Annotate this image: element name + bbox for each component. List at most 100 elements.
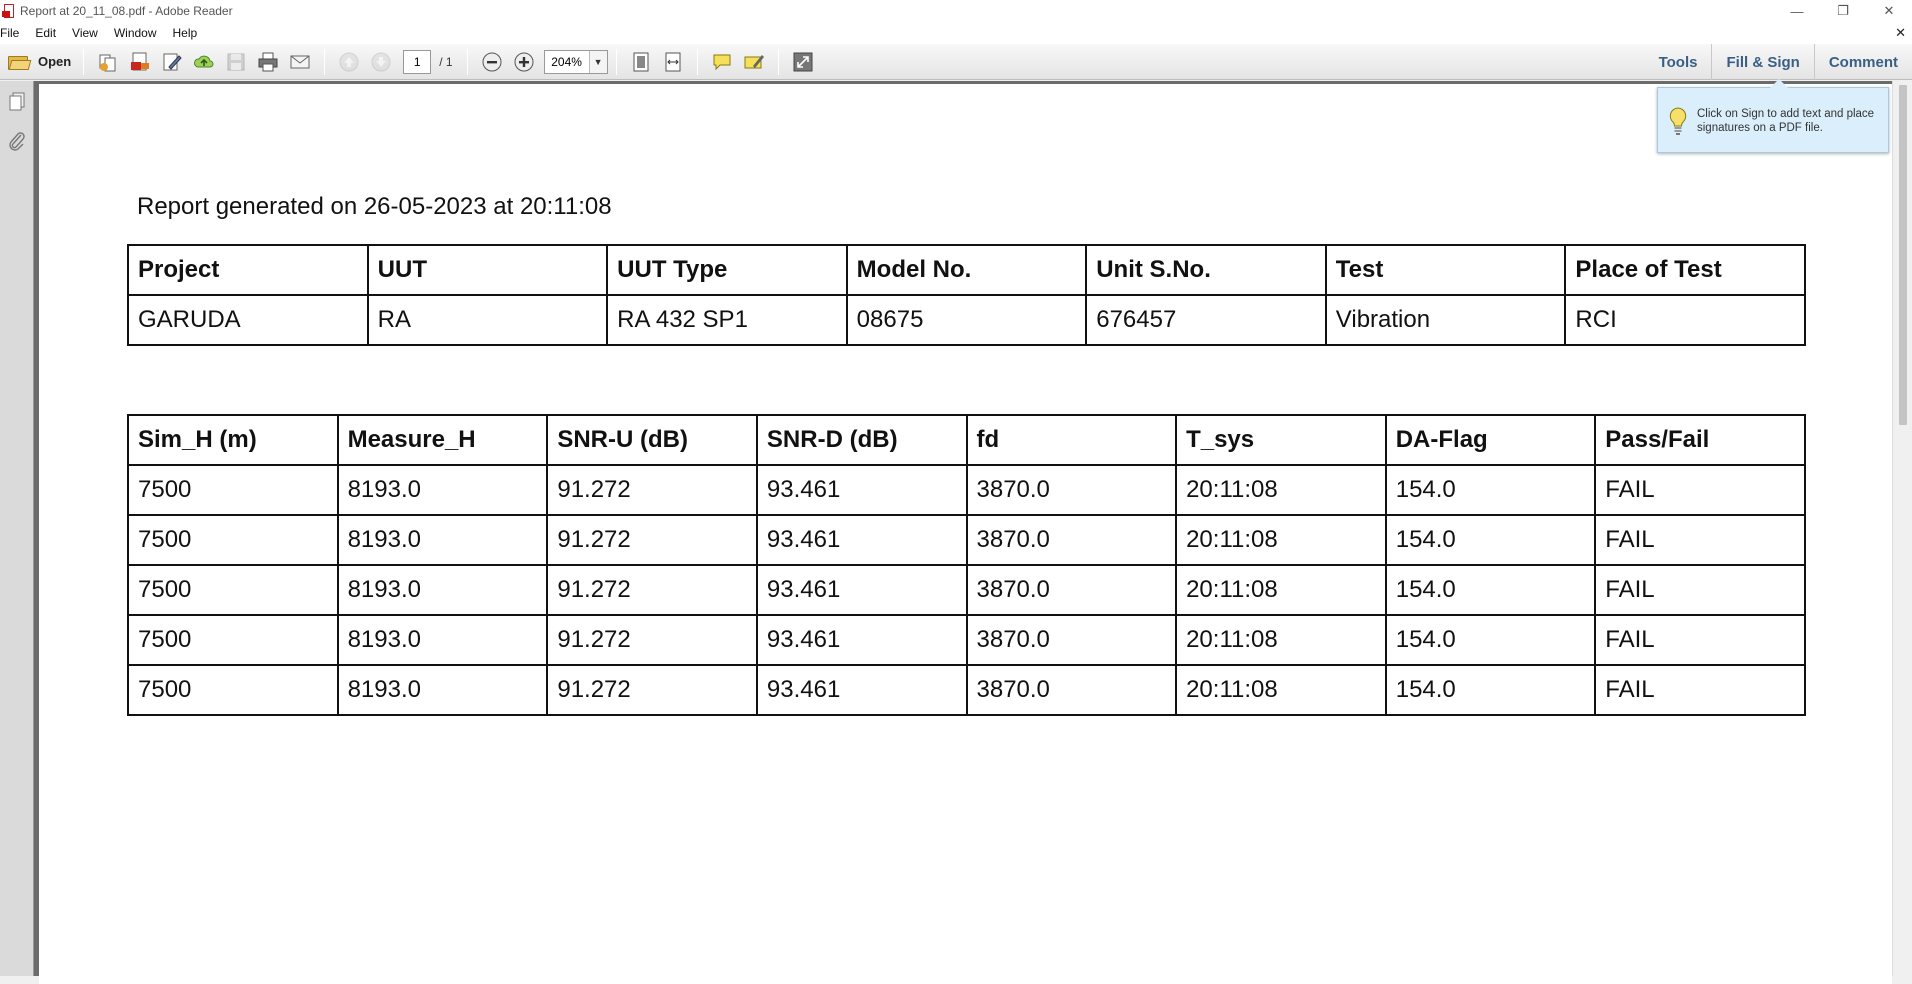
table-cell: 676457 [1085, 294, 1327, 346]
edit-pdf-icon[interactable] [158, 48, 186, 76]
expand-icon[interactable] [789, 48, 817, 76]
table-cell: 7500 [127, 514, 339, 566]
header-place-of-test: Place of Test [1564, 244, 1806, 296]
table-cell: 3870.0 [965, 464, 1178, 516]
fit-page-icon[interactable] [627, 48, 655, 76]
table-cell: 8193.0 [336, 464, 549, 516]
zoom-value: 204% [551, 54, 582, 69]
menu-view[interactable]: View [64, 26, 106, 40]
vertical-scrollbar[interactable] [1892, 81, 1912, 976]
table-row: 7500 8193.0 91.272 93.461 3870.0 20:11:0… [127, 664, 1806, 716]
export-pdf-icon[interactable] [126, 48, 154, 76]
table-cell: 91.272 [546, 514, 758, 566]
header-measure-h: Measure_H [336, 414, 549, 466]
table-cell: FAIL [1594, 564, 1806, 616]
header-uut: UUT [366, 244, 609, 296]
zoom-in-icon[interactable] [510, 48, 538, 76]
table-cell: 20:11:08 [1175, 514, 1387, 566]
table-cell: 3870.0 [965, 664, 1178, 716]
table-cell: 154.0 [1384, 664, 1597, 716]
toolbar-divider [615, 48, 617, 75]
measurement-table: Sim_H (m) Measure_H SNR-U (dB) SNR-D (dB… [127, 414, 1806, 716]
header-fd: fd [965, 414, 1178, 466]
table-cell: 08675 [845, 294, 1088, 346]
highlight-icon[interactable] [740, 48, 768, 76]
table-cell: 20:11:08 [1175, 664, 1387, 716]
table-cell: 7500 [127, 564, 339, 616]
report-generated-line: Report generated on 26-05-2023 at 20:11:… [137, 193, 612, 220]
zoom-select[interactable]: 204% ▼ [543, 49, 608, 74]
header-snr-d: SNR-D (dB) [755, 414, 968, 466]
table-cell: 8193.0 [336, 514, 549, 566]
fill-and-sign-button[interactable]: Fill & Sign [1711, 44, 1813, 80]
menu-edit[interactable]: Edit [27, 26, 64, 40]
lightbulb-icon [1668, 106, 1688, 136]
create-pdf-icon[interactable] [94, 48, 122, 76]
minimize-button[interactable]: — [1774, 0, 1820, 22]
table-cell: RA [366, 294, 609, 346]
header-project: Project [127, 244, 369, 296]
table-cell: 3870.0 [965, 564, 1178, 616]
scrollbar-thumb[interactable] [1899, 85, 1907, 425]
table-cell: 154.0 [1384, 464, 1597, 516]
table-cell: 91.272 [546, 614, 758, 666]
table-cell: 8193.0 [336, 664, 549, 716]
table-row: GARUDA RA RA 432 SP1 08675 676457 Vibrat… [127, 294, 1806, 346]
menu-window[interactable]: Window [106, 26, 165, 40]
table-cell: GARUDA [127, 294, 369, 346]
folder-icon [8, 54, 32, 70]
comment-button[interactable]: Comment [1813, 44, 1912, 80]
sign-tooltip: Click on Sign to add text and place sign… [1657, 79, 1889, 153]
header-test: Test [1324, 244, 1567, 296]
next-page-icon[interactable] [367, 48, 395, 76]
toolbar-divider [777, 48, 779, 75]
table-cell: 154.0 [1384, 564, 1597, 616]
menu-bar: File Edit View Window Help ✕ [0, 22, 1912, 44]
header-t-sys: T_sys [1175, 414, 1387, 466]
open-button[interactable]: Open [4, 48, 75, 76]
toolbar: Open 1 / 1 204% ▼ Tools Fill & Sign Comm… [0, 44, 1912, 80]
tools-button[interactable]: Tools [1645, 44, 1712, 80]
close-document-button[interactable]: ✕ [1895, 25, 1906, 41]
table-row: 7500 8193.0 91.272 93.461 3870.0 20:11:0… [127, 514, 1806, 566]
header-snr-u: SNR-U (dB) [546, 414, 758, 466]
tooltip-arrow [1770, 79, 1788, 88]
page-number-input[interactable]: 1 [403, 49, 432, 74]
open-label: Open [38, 54, 72, 69]
close-window-button[interactable]: ✕ [1866, 0, 1912, 22]
sticky-note-icon[interactable] [708, 48, 736, 76]
table-cell: 93.461 [755, 464, 968, 516]
save-icon[interactable] [222, 48, 250, 76]
menu-help[interactable]: Help [165, 26, 206, 40]
attachments-icon[interactable] [0, 121, 34, 161]
table-cell: FAIL [1594, 464, 1806, 516]
table-cell: 8193.0 [336, 614, 549, 666]
email-icon[interactable] [286, 48, 314, 76]
tooltip-text: Click on Sign to add text and place sign… [1697, 108, 1875, 134]
table-cell: 91.272 [546, 464, 758, 516]
table-header-row: Project UUT UUT Type Model No. Unit S.No… [127, 244, 1806, 296]
table-header-row: Sim_H (m) Measure_H SNR-U (dB) SNR-D (dB… [127, 414, 1806, 466]
restore-button[interactable]: ❐ [1820, 0, 1866, 22]
print-icon[interactable] [254, 48, 282, 76]
table-cell: 3870.0 [965, 514, 1178, 566]
toolbar-divider [696, 48, 698, 75]
test-info-table: Project UUT UUT Type Model No. Unit S.No… [127, 244, 1806, 346]
table-cell: 7500 [127, 464, 339, 516]
menu-file[interactable]: File [0, 26, 27, 40]
table-cell: 20:11:08 [1175, 564, 1387, 616]
page-thumbnails-icon[interactable] [0, 81, 34, 121]
table-cell: 93.461 [755, 514, 968, 566]
zoom-out-icon[interactable] [478, 48, 506, 76]
window-title: Report at 20_11_08.pdf - Adobe Reader [20, 4, 233, 18]
toolbar-divider [324, 48, 326, 75]
table-cell: FAIL [1594, 614, 1806, 666]
toolbar-divider [83, 48, 85, 75]
navigation-pane [0, 81, 34, 976]
fit-width-icon[interactable] [659, 48, 687, 76]
table-cell: 20:11:08 [1175, 614, 1387, 666]
previous-page-icon[interactable] [335, 48, 363, 76]
table-cell: 20:11:08 [1175, 464, 1387, 516]
chevron-down-icon[interactable]: ▼ [588, 50, 607, 73]
cloud-upload-icon[interactable] [190, 48, 218, 76]
